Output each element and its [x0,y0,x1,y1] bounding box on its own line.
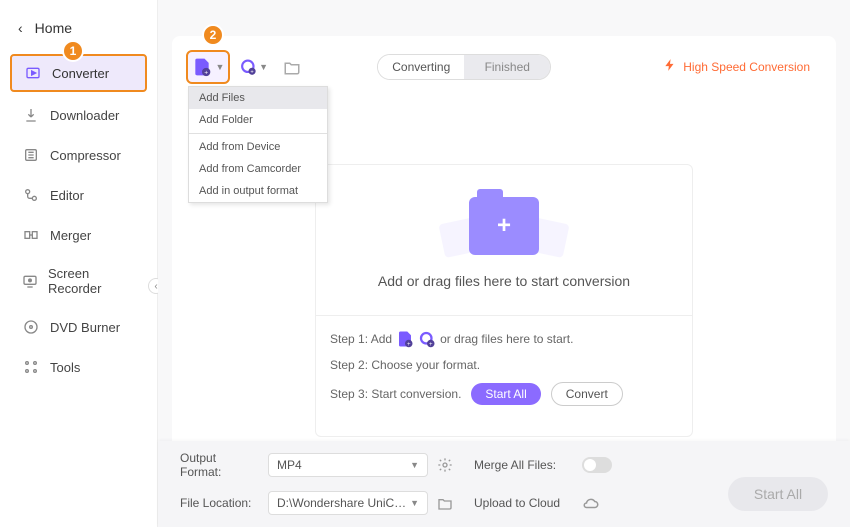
file-plus-icon[interactable]: + [396,330,414,348]
start-all-main-button[interactable]: Start All [728,477,828,511]
start-all-button[interactable]: Start All [471,383,540,405]
url-plus-icon[interactable]: + [418,330,436,348]
dropdown-divider [189,133,327,134]
dropdown-item-add-from-device[interactable]: Add from Device [189,136,327,158]
sidebar-item-label: Compressor [50,148,121,163]
annotation-badge-1: 1 [62,40,84,62]
dropdown-item-add-in-output-format[interactable]: Add in output format [189,180,327,202]
sidebar-item-label: Screen Recorder [48,266,135,296]
open-location-icon[interactable] [436,494,454,512]
sidebar-item-editor[interactable]: Editor [10,178,147,212]
annotation-badge-2: 2 [202,24,224,46]
file-location-select[interactable]: D:\Wondershare UniConverter 1▼ [268,491,428,515]
dropdown-item-add-from-camcorder[interactable]: Add from Camcorder [189,158,327,180]
open-folder-button[interactable] [278,53,306,81]
sidebar: ‹ Home Converter Downloader Compressor E… [0,0,158,527]
high-speed-label: High Speed Conversion [683,60,810,74]
chevron-down-icon: ▼ [410,498,419,508]
file-plus-icon: + [192,57,212,77]
svg-text:+: + [204,70,208,77]
folder-plus-icon: + [469,197,539,255]
upload-cloud-label: Upload to Cloud [474,496,574,510]
dropdown-item-add-files[interactable]: Add Files [189,87,327,109]
sidebar-item-label: Downloader [50,108,119,123]
compressor-icon [22,146,40,164]
folder-icon [283,58,301,76]
svg-text:+: + [407,342,411,348]
settings-icon[interactable] [436,456,454,474]
toolbar: + ▼ + ▼ Converting Finished High Speed C… [186,50,822,84]
dropzone-graphic: + Add or drag files here to start conver… [330,185,678,309]
bolt-icon [663,58,677,77]
dropzone-headline: Add or drag files here to start conversi… [378,273,630,289]
sidebar-item-label: Tools [50,360,80,375]
step-1: Step 1: Add + + or drag files here to st… [330,330,678,348]
merge-all-label: Merge All Files: [474,458,574,472]
dropdown-item-add-folder[interactable]: Add Folder [189,109,327,131]
output-format-select[interactable]: MP4▼ [268,453,428,477]
editor-icon [22,186,40,204]
cloud-icon[interactable] [582,494,600,512]
sidebar-item-merger[interactable]: Merger [10,218,147,252]
tab-converting[interactable]: Converting [378,55,464,79]
dropzone[interactable]: + Add or drag files here to start conver… [315,164,693,437]
add-file-dropdown: Add Files Add Folder Add from Device Add… [188,86,328,203]
add-file-button[interactable]: + ▼ [186,50,230,84]
converter-icon [24,64,42,82]
tools-icon [22,358,40,376]
main-area: + ▼ + ▼ Converting Finished High Speed C… [158,0,850,527]
sidebar-item-downloader[interactable]: Downloader [10,98,147,132]
output-format-label: Output Format: [180,451,260,479]
step-2: Step 2: Choose your format. [330,358,678,372]
chevron-down-icon: ▼ [259,62,268,72]
sidebar-item-label: Converter [52,66,109,81]
high-speed-toggle[interactable]: High Speed Conversion [651,54,822,81]
screen-recorder-icon [22,272,38,290]
dvd-icon [22,318,40,336]
file-location-label: File Location: [180,496,260,510]
home-row[interactable]: ‹ Home [10,20,147,36]
url-plus-icon: + [240,56,257,78]
sidebar-item-label: DVD Burner [50,320,120,335]
step-3: Step 3: Start conversion. Start All Conv… [330,382,678,406]
status-tabs: Converting Finished [377,54,551,80]
chevron-down-icon: ▼ [216,62,225,72]
sidebar-item-tools[interactable]: Tools [10,350,147,384]
back-icon[interactable]: ‹ [18,20,23,36]
home-label: Home [35,20,72,36]
add-url-button[interactable]: + ▼ [240,53,268,81]
footer-bar: Output Format: MP4▼ Merge All Files: Fil… [158,441,850,527]
content-card: + ▼ + ▼ Converting Finished High Speed C… [172,36,836,451]
sidebar-item-label: Editor [50,188,84,203]
merger-icon [22,226,40,244]
dropzone-divider [316,315,692,316]
convert-button[interactable]: Convert [551,382,623,406]
svg-text:+: + [429,342,433,348]
sidebar-item-compressor[interactable]: Compressor [10,138,147,172]
chevron-down-icon: ▼ [410,460,419,470]
downloader-icon [22,106,40,124]
merge-all-switch[interactable] [582,457,612,473]
sidebar-item-dvd-burner[interactable]: DVD Burner [10,310,147,344]
sidebar-item-label: Merger [50,228,91,243]
tab-finished[interactable]: Finished [464,55,550,79]
sidebar-item-screen-recorder[interactable]: Screen Recorder [10,258,147,304]
